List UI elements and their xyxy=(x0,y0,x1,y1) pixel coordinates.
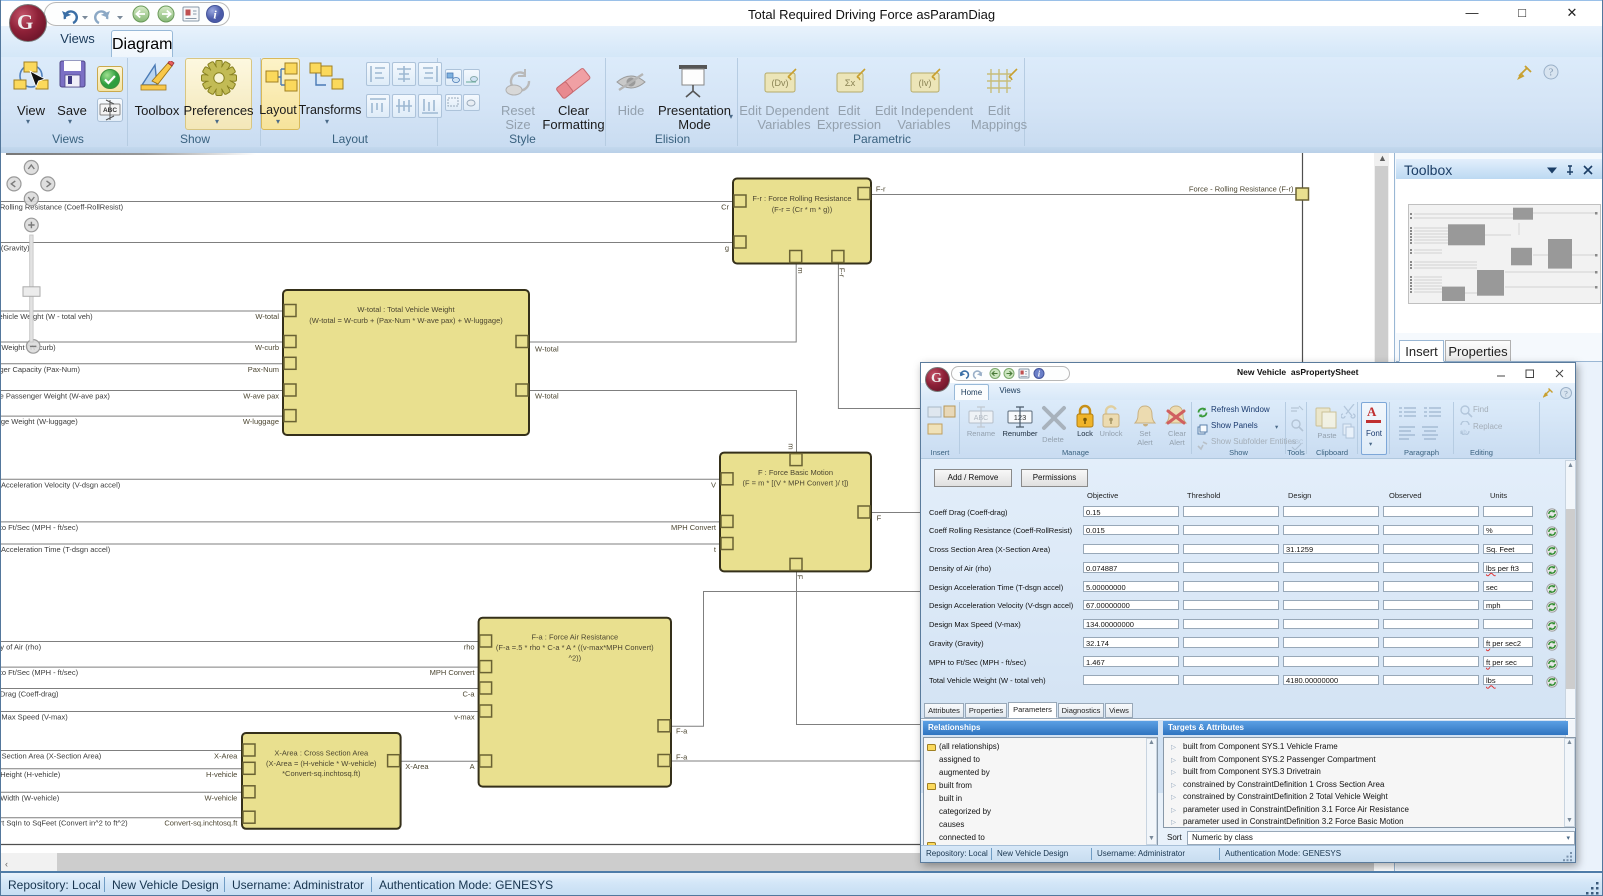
svg-text:W-total: W-total xyxy=(255,312,279,321)
svg-text:(F-r = (Cr * m * g)): (F-r = (Cr * m * g)) xyxy=(772,205,833,214)
svg-text:Density of Air (rho): Density of Air (rho) xyxy=(0,643,42,652)
svg-text:F-r: F-r xyxy=(876,185,886,194)
svg-text:Σx: Σx xyxy=(845,78,856,89)
svg-text:(Dv): (Dv) xyxy=(772,78,789,88)
svg-text:Convert-sq.inchtosq.ft: Convert-sq.inchtosq.ft xyxy=(164,819,238,828)
svg-text:Pax-Num: Pax-Num xyxy=(248,365,279,374)
svg-text:Design Max Speed (V-max): Design Max Speed (V-max) xyxy=(0,713,68,722)
svg-text:H-vehicle: H-vehicle xyxy=(206,770,237,779)
svg-text:m: m xyxy=(787,443,796,449)
svg-text:(X-Area = (H-vehicle * W-vehic: (X-Area = (H-vehicle * W-vehicle) xyxy=(266,759,377,768)
svg-text:F: F xyxy=(877,514,882,523)
svg-text:W-total : Total Vehicle Weight: W-total : Total Vehicle Weight xyxy=(357,305,455,314)
svg-text:(W-total = W-curb + (Pax-Num *: (W-total = W-curb + (Pax-Num * W-ave pax… xyxy=(309,316,503,325)
svg-text:C-a: C-a xyxy=(463,690,476,699)
svg-text:F: F xyxy=(796,575,805,580)
svg-text:F-r : Force Rolling Resistance: F-r : Force Rolling Resistance xyxy=(752,194,851,203)
svg-text:t: t xyxy=(714,545,717,554)
svg-text:W-luggage: W-luggage xyxy=(243,417,279,426)
svg-text:Coeff Rolling Resistance (Coef: Coeff Rolling Resistance (Coeff-RollResi… xyxy=(0,203,124,212)
svg-text:MPH Convert: MPH Convert xyxy=(671,523,717,532)
svg-text:MPH Convert: MPH Convert xyxy=(430,668,476,677)
svg-text:MPH to Ft/Sec (MPH - ft/sec): MPH to Ft/Sec (MPH - ft/sec) xyxy=(0,668,79,677)
svg-text:Coeff Drag (Coeff-drag): Coeff Drag (Coeff-drag) xyxy=(0,690,59,699)
svg-text:(F = m * [(V * MPH Convert )/: (F = m * [(V * MPH Convert )/ t]) xyxy=(742,478,849,487)
svg-text:rho: rho xyxy=(464,643,475,652)
svg-text:F-a: F-a xyxy=(676,727,688,736)
svg-text:Average Passenger Weight (W-av: Average Passenger Weight (W-ave pax) xyxy=(0,392,110,401)
svg-text:X-Area: X-Area xyxy=(214,752,238,761)
svg-text:W-total: W-total xyxy=(535,392,559,401)
svg-text:?: ? xyxy=(1549,68,1554,79)
svg-text:Passenger Capacity (Pax-Num): Passenger Capacity (Pax-Num) xyxy=(0,365,80,374)
svg-text:Vehicle Height (H-vehicle): Vehicle Height (H-vehicle) xyxy=(0,770,61,779)
svg-text:W-vehicle: W-vehicle xyxy=(205,793,238,802)
svg-text:Design Acceleration Velocity (: Design Acceleration Velocity (V-dsgn acc… xyxy=(0,480,121,489)
svg-text:Vehicle Width (W-vehicle): Vehicle Width (W-vehicle) xyxy=(0,793,60,802)
svg-text:Total Vehicle Weight (W - tota: Total Vehicle Weight (W - total veh) xyxy=(0,312,93,321)
svg-text:V: V xyxy=(711,480,716,489)
svg-text:W-ave pax: W-ave pax xyxy=(243,392,279,401)
svg-text:MPH to Ft/Sec (MPH - ft/sec): MPH to Ft/Sec (MPH - ft/sec) xyxy=(0,523,79,532)
svg-text:Gravity (Gravity): Gravity (Gravity) xyxy=(0,244,30,253)
svg-text:X-Area: X-Area xyxy=(405,762,429,771)
svg-text:F : Force Basic Motion: F : Force Basic Motion xyxy=(758,468,833,477)
svg-text:Force - Rolling Resistance (F-: Force - Rolling Resistance (F-r) xyxy=(1189,185,1294,194)
svg-text:F-r: F-r xyxy=(838,268,847,278)
svg-text:F-a: F-a xyxy=(676,753,688,762)
svg-text:*Convert-sq.inchtosq.ft): *Convert-sq.inchtosq.ft) xyxy=(282,769,361,778)
svg-text:(Iv): (Iv) xyxy=(919,78,932,88)
svg-text:Luggage Weight (W-luggage): Luggage Weight (W-luggage) xyxy=(0,417,78,426)
svg-text:v-max: v-max xyxy=(454,713,475,722)
svg-text:A: A xyxy=(470,762,475,771)
svg-text:(F-a =.5 * rho * C-a * A * ((v: (F-a =.5 * rho * C-a * A * ((v-max*MPH C… xyxy=(496,643,654,652)
svg-text:X-Area : Cross Section Area: X-Area : Cross Section Area xyxy=(274,749,369,758)
svg-text:Cross Section Area (X-Section: Cross Section Area (X-Section Area) xyxy=(0,752,102,761)
svg-text:?: ? xyxy=(1564,390,1568,399)
svg-text:Cr: Cr xyxy=(721,203,729,212)
svg-text:W-total: W-total xyxy=(535,344,559,353)
svg-text:g: g xyxy=(725,244,729,253)
svg-text:Design Acceleration Time (T-ds: Design Acceleration Time (T-dsgn accel) xyxy=(0,545,111,554)
svg-text:^2)): ^2)) xyxy=(568,654,581,663)
svg-text:Convert SqIn to SqFeet (Conver: Convert SqIn to SqFeet (Convert in^2 to … xyxy=(0,819,128,828)
svg-text:m: m xyxy=(796,267,805,273)
svg-text:W-curb: W-curb xyxy=(255,343,279,352)
svg-text:ABC: ABC xyxy=(1291,440,1304,446)
svg-text:ab: ab xyxy=(1460,430,1467,435)
svg-text:F-a : Force Air Resistance: F-a : Force Air Resistance xyxy=(531,633,618,642)
